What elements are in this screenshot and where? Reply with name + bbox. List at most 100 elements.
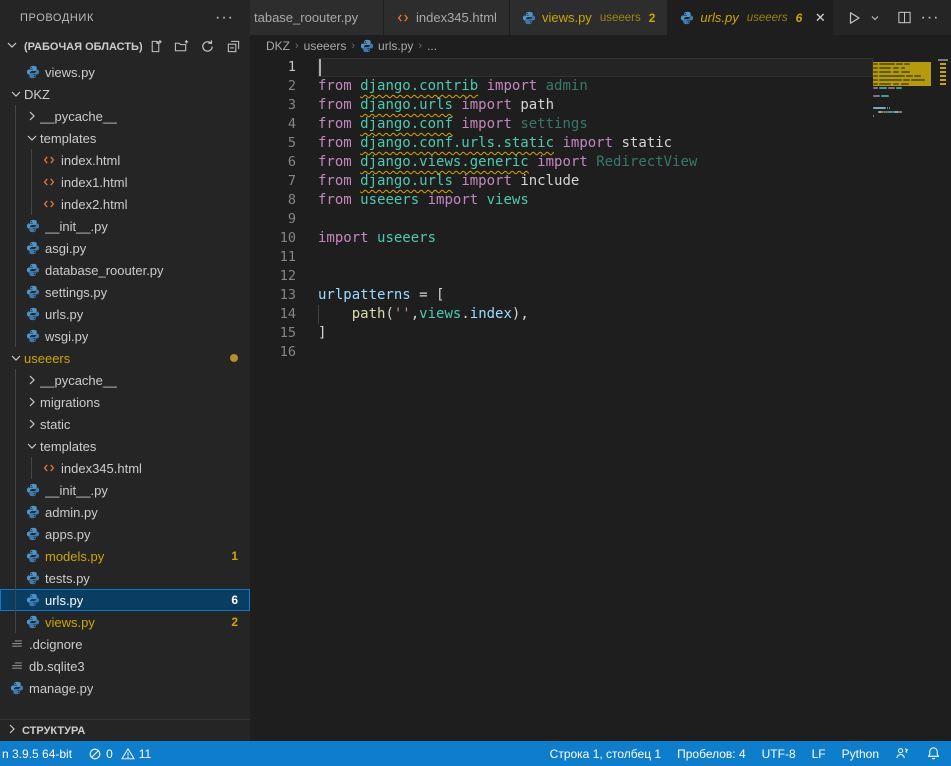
tree-item---pycache--[interactable]: __pycache__ (0, 369, 250, 391)
tree-item-urls.py[interactable]: urls.py6 (0, 589, 250, 611)
tree-item-index345.html[interactable]: index345.html (0, 457, 250, 479)
tree-item-label: .dcignore (29, 637, 82, 652)
new-folder-icon[interactable] (172, 38, 190, 56)
tree-item---init--.py[interactable]: __init__.py (0, 479, 250, 501)
tree-item-models.py[interactable]: models.py1 (0, 545, 250, 567)
python-file-icon (24, 64, 42, 80)
tree-item-index.html[interactable]: index.html (0, 149, 250, 171)
tree-item-label: useeers (24, 351, 70, 366)
explorer-more-actions-icon[interactable]: ··· (215, 9, 234, 27)
tree-item-urls.py[interactable]: urls.py (0, 303, 250, 325)
status-item[interactable]: Пробелов: 4 (677, 747, 746, 761)
problems-status[interactable]: 0 11 (88, 747, 151, 761)
split-editor-icon[interactable] (893, 7, 915, 29)
tree-item-db.sqlite3[interactable]: db.sqlite3 (0, 655, 250, 677)
tree-item-label: index.html (61, 153, 120, 168)
status-item[interactable]: Строка 1, столбец 1 (550, 747, 661, 761)
code-line-16[interactable]: 16 (250, 343, 873, 362)
minimap-line (873, 79, 878, 81)
code-line-14[interactable]: 14 path('',views.index), (250, 305, 873, 324)
tree-item-admin.py[interactable]: admin.py (0, 501, 250, 523)
indent-guide (15, 369, 16, 633)
tree-item---pycache--[interactable]: __pycache__ (0, 105, 250, 127)
more-actions-icon[interactable]: ··· (919, 7, 941, 29)
python-file-icon (24, 526, 42, 542)
ruler-warning-mark (940, 75, 946, 77)
code-line-9[interactable]: 9 (250, 210, 873, 229)
code-line-6[interactable]: 6from django.views.generic import Redire… (250, 153, 873, 172)
code-line-4[interactable]: 4from django.conf import settings (250, 115, 873, 134)
new-file-icon[interactable] (146, 38, 164, 56)
python-file-icon (24, 218, 42, 234)
status-item[interactable]: Python (842, 747, 879, 761)
breadcrumb-item[interactable]: useeers (304, 39, 347, 53)
line-number: 3 (250, 96, 296, 115)
tree-item-static[interactable]: static (0, 413, 250, 435)
tree-item-manage.py[interactable]: manage.py (0, 677, 250, 699)
code-line-8[interactable]: 8from useeers import views (250, 191, 873, 210)
tree-item-database-roouter.py[interactable]: database_roouter.py (0, 259, 250, 281)
tree-item-templates[interactable]: templates (0, 127, 250, 149)
breadcrumb-item[interactable]: DKZ (266, 39, 290, 53)
python-file-icon (24, 548, 42, 564)
breadcrumb-item[interactable]: ... (427, 39, 437, 53)
tree-item---init--.py[interactable]: __init__.py (0, 215, 250, 237)
tab-urls.py[interactable]: urls.pyuseeers6✕ (668, 0, 841, 35)
tree-item-views.py[interactable]: views.py (0, 61, 250, 83)
modified-dot-badge (230, 354, 238, 362)
tab-index345.html[interactable]: index345.html (384, 0, 510, 35)
code-line-12[interactable]: 12 (250, 267, 873, 286)
code-line-13[interactable]: 13urlpatterns = [ (250, 286, 873, 305)
code-line-2[interactable]: 2from django.contrib import admin (250, 77, 873, 96)
outline-section-header[interactable]: СТРУКТУРА (0, 719, 250, 741)
tree-item-DKZ[interactable]: DKZ (0, 83, 250, 105)
status-item[interactable]: LF (812, 747, 826, 761)
tree-item-useeers[interactable]: useeers (0, 347, 250, 369)
tab-tabase_roouter.py[interactable]: tabase_roouter.py (250, 0, 384, 35)
tab-views.py[interactable]: views.pyuseeers2 (510, 0, 668, 35)
collapse-all-icon[interactable] (224, 38, 242, 56)
tree-item-views.py[interactable]: views.py2 (0, 611, 250, 633)
tree-item-apps.py[interactable]: apps.py (0, 523, 250, 545)
tree-item-wsgi.py[interactable]: wsgi.py (0, 325, 250, 347)
python-interpreter-status[interactable]: n 3.9.5 64-bit (2, 747, 72, 761)
code-line-7[interactable]: 7from django.urls import include (250, 172, 873, 191)
code-line-11[interactable]: 11 (250, 248, 873, 267)
code-line-3[interactable]: 3from django.urls import path (250, 96, 873, 115)
tree-item-index1.html[interactable]: index1.html (0, 171, 250, 193)
breadcrumb-item[interactable]: urls.py (360, 39, 413, 53)
tree-item-templates[interactable]: templates (0, 435, 250, 457)
line-number: 9 (250, 210, 296, 229)
minimap-line (904, 63, 910, 65)
python-file-icon (24, 570, 42, 586)
problem-count-badge: 6 (231, 593, 238, 607)
python-file-icon (360, 39, 374, 53)
status-item[interactable]: UTF-8 (762, 747, 796, 761)
overview-ruler[interactable] (935, 57, 951, 741)
tree-item-tests.py[interactable]: tests.py (0, 567, 250, 589)
close-tab-icon[interactable]: ✕ (812, 10, 828, 26)
code-line-5[interactable]: 5from django.conf.urls.static import sta… (250, 134, 873, 153)
tree-item-label: models.py (45, 549, 104, 564)
refresh-icon[interactable] (198, 38, 216, 56)
tree-item-settings.py[interactable]: settings.py (0, 281, 250, 303)
code-line-1[interactable]: 1 (250, 58, 873, 77)
tree-item-.dcignore[interactable]: .dcignore (0, 633, 250, 655)
line-number: 4 (250, 115, 296, 134)
tree-item-migrations[interactable]: migrations (0, 391, 250, 413)
minimap[interactable] (873, 57, 935, 741)
feedback-icon[interactable] (895, 746, 910, 761)
python-file-icon (8, 680, 26, 696)
tree-item-asgi.py[interactable]: asgi.py (0, 237, 250, 259)
run-button[interactable] (843, 7, 865, 29)
minimap-line (901, 67, 906, 69)
run-dropdown-icon[interactable] (869, 7, 881, 29)
line-content: import useeers (318, 229, 873, 248)
workspace-section-header[interactable]: (РАБОЧАЯ ОБЛАСТЬ) ... (0, 35, 250, 58)
code-editor[interactable]: 12from django.contrib import admin3from … (250, 57, 951, 741)
tree-item-index2.html[interactable]: index2.html (0, 193, 250, 215)
code-line-15[interactable]: 15] (250, 324, 873, 343)
notifications-bell-icon[interactable] (926, 746, 941, 761)
text-cursor (319, 59, 321, 76)
code-line-10[interactable]: 10import useeers (250, 229, 873, 248)
